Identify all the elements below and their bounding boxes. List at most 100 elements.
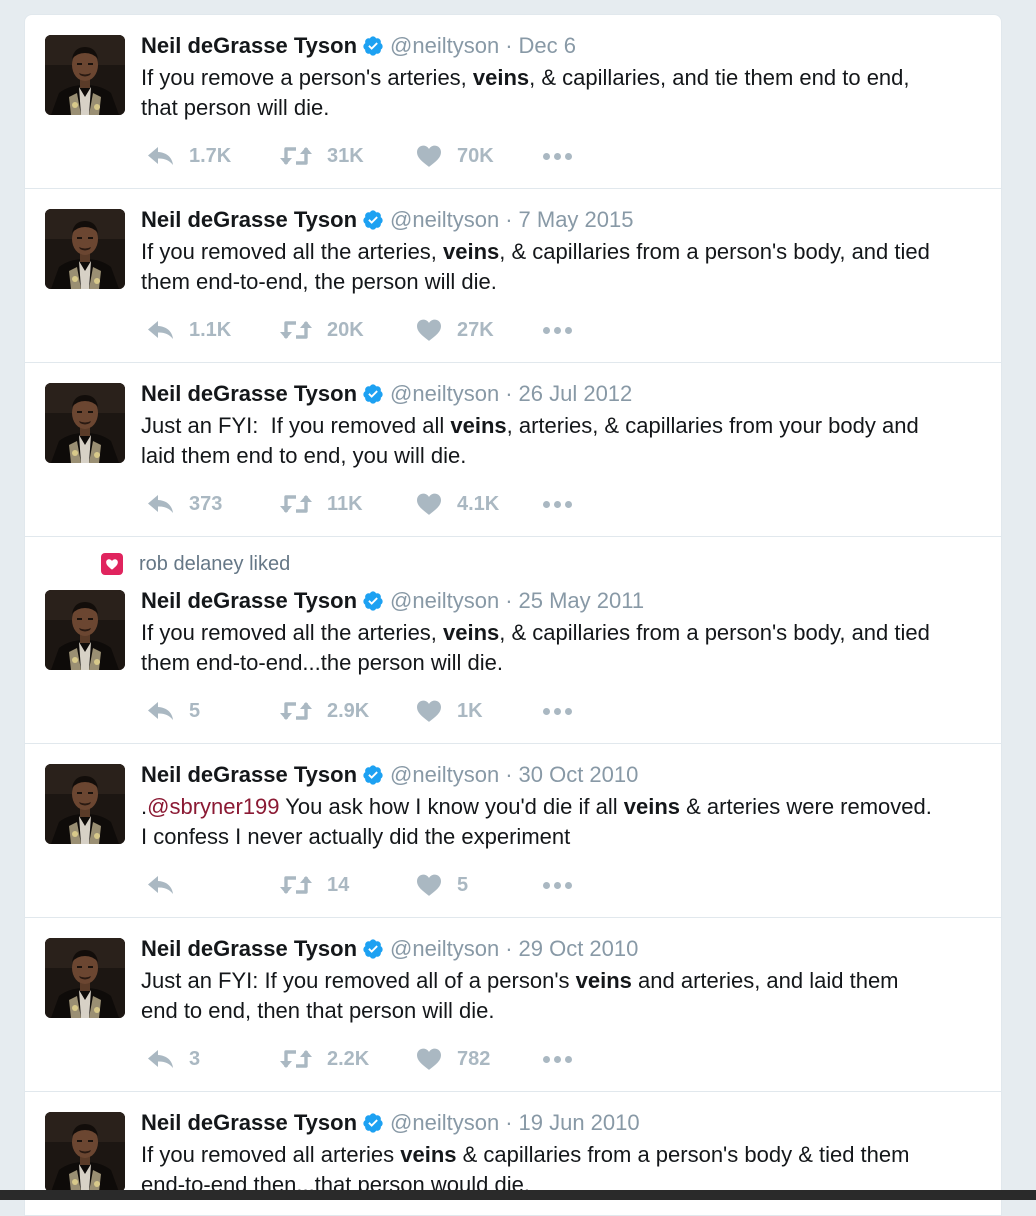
screen-bottom-edge bbox=[0, 1190, 1036, 1200]
more-actions-button[interactable] bbox=[543, 696, 572, 726]
tweet-text: If you removed all the arteries, veins, … bbox=[141, 618, 981, 678]
tweet-date[interactable]: 7 May 2015 bbox=[519, 205, 634, 235]
avatar[interactable] bbox=[45, 764, 125, 844]
text-segment: , arteries, & capillaries from your body… bbox=[506, 413, 919, 438]
more-dots-icon bbox=[543, 1055, 572, 1063]
retweet-button[interactable]: 20K bbox=[279, 315, 415, 345]
author-handle[interactable]: @neiltyson bbox=[390, 586, 499, 616]
reply-button[interactable]: 5 bbox=[147, 696, 279, 726]
reply-button[interactable] bbox=[147, 870, 279, 900]
tweet-actions: 1.7K 31K 70K bbox=[147, 141, 572, 171]
mention-link[interactable]: @sbryner199 bbox=[147, 794, 279, 819]
reply-button[interactable]: 1.1K bbox=[147, 315, 279, 345]
retweet-icon bbox=[279, 145, 313, 167]
highlight-keyword: veins bbox=[472, 65, 530, 90]
like-count: 27K bbox=[457, 318, 494, 341]
more-actions-button[interactable] bbox=[543, 489, 572, 519]
retweet-count: 14 bbox=[327, 873, 350, 896]
verified-badge-icon bbox=[362, 938, 384, 960]
more-dots-icon bbox=[543, 326, 572, 334]
text-segment: , & capillaries from a person's body, an… bbox=[499, 620, 930, 645]
tweet-text-line: Just an FYI: If you removed all of a per… bbox=[141, 966, 981, 996]
author-handle[interactable]: @neiltyson bbox=[390, 379, 499, 409]
retweet-button[interactable]: 31K bbox=[279, 141, 415, 171]
tweet-text-line: laid them end to end, you will die. bbox=[141, 441, 981, 471]
text-segment: , & capillaries, and tie them end to end… bbox=[529, 65, 910, 90]
reply-icon bbox=[147, 145, 175, 167]
social-context: rob delaney liked bbox=[101, 551, 290, 577]
tweet-text-line: If you remove a person's arteries, veins… bbox=[141, 63, 981, 93]
like-button[interactable]: 27K bbox=[415, 315, 543, 345]
tweet-date[interactable]: 19 Jun 2010 bbox=[519, 1108, 640, 1138]
retweet-button[interactable]: 14 bbox=[279, 870, 415, 900]
author-handle[interactable]: @neiltyson bbox=[390, 934, 499, 964]
tweet-timeline: Neil deGrasse Tyson @neiltyson · Dec 6 I… bbox=[24, 14, 1002, 1216]
highlight-keyword: veins bbox=[450, 413, 507, 438]
reply-count: 373 bbox=[189, 492, 223, 515]
text-segment: I confess I never actually did the exper… bbox=[141, 824, 571, 849]
author-name[interactable]: Neil deGrasse Tyson bbox=[141, 760, 357, 790]
like-heart-icon bbox=[415, 1047, 443, 1071]
tweet-date[interactable]: 29 Oct 2010 bbox=[519, 934, 639, 964]
tweet[interactable]: Neil deGrasse Tyson @neiltyson · 26 Jul … bbox=[25, 363, 1001, 537]
like-heart-icon bbox=[415, 492, 443, 516]
tweet[interactable]: rob delaney liked Neil deGrasse Tyson @n… bbox=[25, 537, 1001, 744]
author-name[interactable]: Neil deGrasse Tyson bbox=[141, 31, 357, 61]
more-actions-button[interactable] bbox=[543, 870, 572, 900]
text-segment: and arteries, and laid them bbox=[631, 968, 899, 993]
tweet[interactable]: Neil deGrasse Tyson @neiltyson · 30 Oct … bbox=[25, 744, 1001, 918]
retweet-button[interactable]: 2.9K bbox=[279, 696, 415, 726]
reply-count: 5 bbox=[189, 699, 201, 722]
more-actions-button[interactable] bbox=[543, 1044, 572, 1074]
author-handle[interactable]: @neiltyson bbox=[390, 205, 499, 235]
avatar[interactable] bbox=[45, 209, 125, 289]
like-count: 5 bbox=[457, 873, 469, 896]
text-segment: laid them end to end, you will die. bbox=[141, 443, 467, 468]
author-name[interactable]: Neil deGrasse Tyson bbox=[141, 205, 357, 235]
tweet-actions: 1.1K 20K 27K bbox=[147, 315, 572, 345]
more-actions-button[interactable] bbox=[543, 315, 572, 345]
retweet-icon bbox=[279, 319, 313, 341]
author-name[interactable]: Neil deGrasse Tyson bbox=[141, 934, 357, 964]
avatar[interactable] bbox=[45, 590, 125, 670]
tweet[interactable]: Neil deGrasse Tyson @neiltyson · 7 May 2… bbox=[25, 189, 1001, 363]
reply-button[interactable]: 373 bbox=[147, 489, 279, 519]
text-segment: that person will die. bbox=[141, 95, 330, 120]
verified-badge-icon bbox=[362, 590, 384, 612]
tweet[interactable]: Neil deGrasse Tyson @neiltyson · Dec 6 I… bbox=[25, 15, 1001, 189]
retweet-icon bbox=[279, 1048, 313, 1070]
text-segment: & arteries were removed. bbox=[680, 794, 932, 819]
avatar[interactable] bbox=[45, 938, 125, 1018]
tweet-text-line: If you removed all the arteries, veins, … bbox=[141, 618, 981, 648]
tweet-text-line: If you removed all arteries veins & capi… bbox=[141, 1140, 981, 1170]
reply-count: 3 bbox=[189, 1047, 201, 1070]
text-segment: , & capillaries from a person's body, an… bbox=[499, 239, 930, 264]
tweet-date[interactable]: 30 Oct 2010 bbox=[519, 760, 639, 790]
separator: · bbox=[505, 33, 513, 58]
author-name[interactable]: Neil deGrasse Tyson bbox=[141, 1108, 357, 1138]
like-button[interactable]: 4.1K bbox=[415, 489, 543, 519]
reply-button[interactable]: 1.7K bbox=[147, 141, 279, 171]
more-actions-button[interactable] bbox=[543, 141, 572, 171]
author-handle[interactable]: @neiltyson bbox=[390, 1108, 499, 1138]
tweet-text: Just an FYI: If you removed all veins, a… bbox=[141, 411, 981, 471]
tweet-date[interactable]: Dec 6 bbox=[519, 31, 576, 61]
like-button[interactable]: 5 bbox=[415, 870, 543, 900]
author-handle[interactable]: @neiltyson bbox=[390, 760, 499, 790]
like-button[interactable]: 1K bbox=[415, 696, 543, 726]
text-segment: Just an FYI: If you removed all bbox=[141, 413, 451, 438]
tweet[interactable]: Neil deGrasse Tyson @neiltyson · 29 Oct … bbox=[25, 918, 1001, 1092]
reply-button[interactable]: 3 bbox=[147, 1044, 279, 1074]
author-handle[interactable]: @neiltyson bbox=[390, 31, 499, 61]
tweet-date[interactable]: 25 May 2011 bbox=[519, 586, 645, 616]
author-name[interactable]: Neil deGrasse Tyson bbox=[141, 379, 357, 409]
like-button[interactable]: 70K bbox=[415, 141, 543, 171]
like-button[interactable]: 782 bbox=[415, 1044, 543, 1074]
author-name[interactable]: Neil deGrasse Tyson bbox=[141, 586, 357, 616]
avatar[interactable] bbox=[45, 1112, 125, 1192]
avatar[interactable] bbox=[45, 35, 125, 115]
tweet-date[interactable]: 26 Jul 2012 bbox=[519, 379, 633, 409]
avatar[interactable] bbox=[45, 383, 125, 463]
retweet-button[interactable]: 11K bbox=[279, 489, 415, 519]
retweet-button[interactable]: 2.2K bbox=[279, 1044, 415, 1074]
